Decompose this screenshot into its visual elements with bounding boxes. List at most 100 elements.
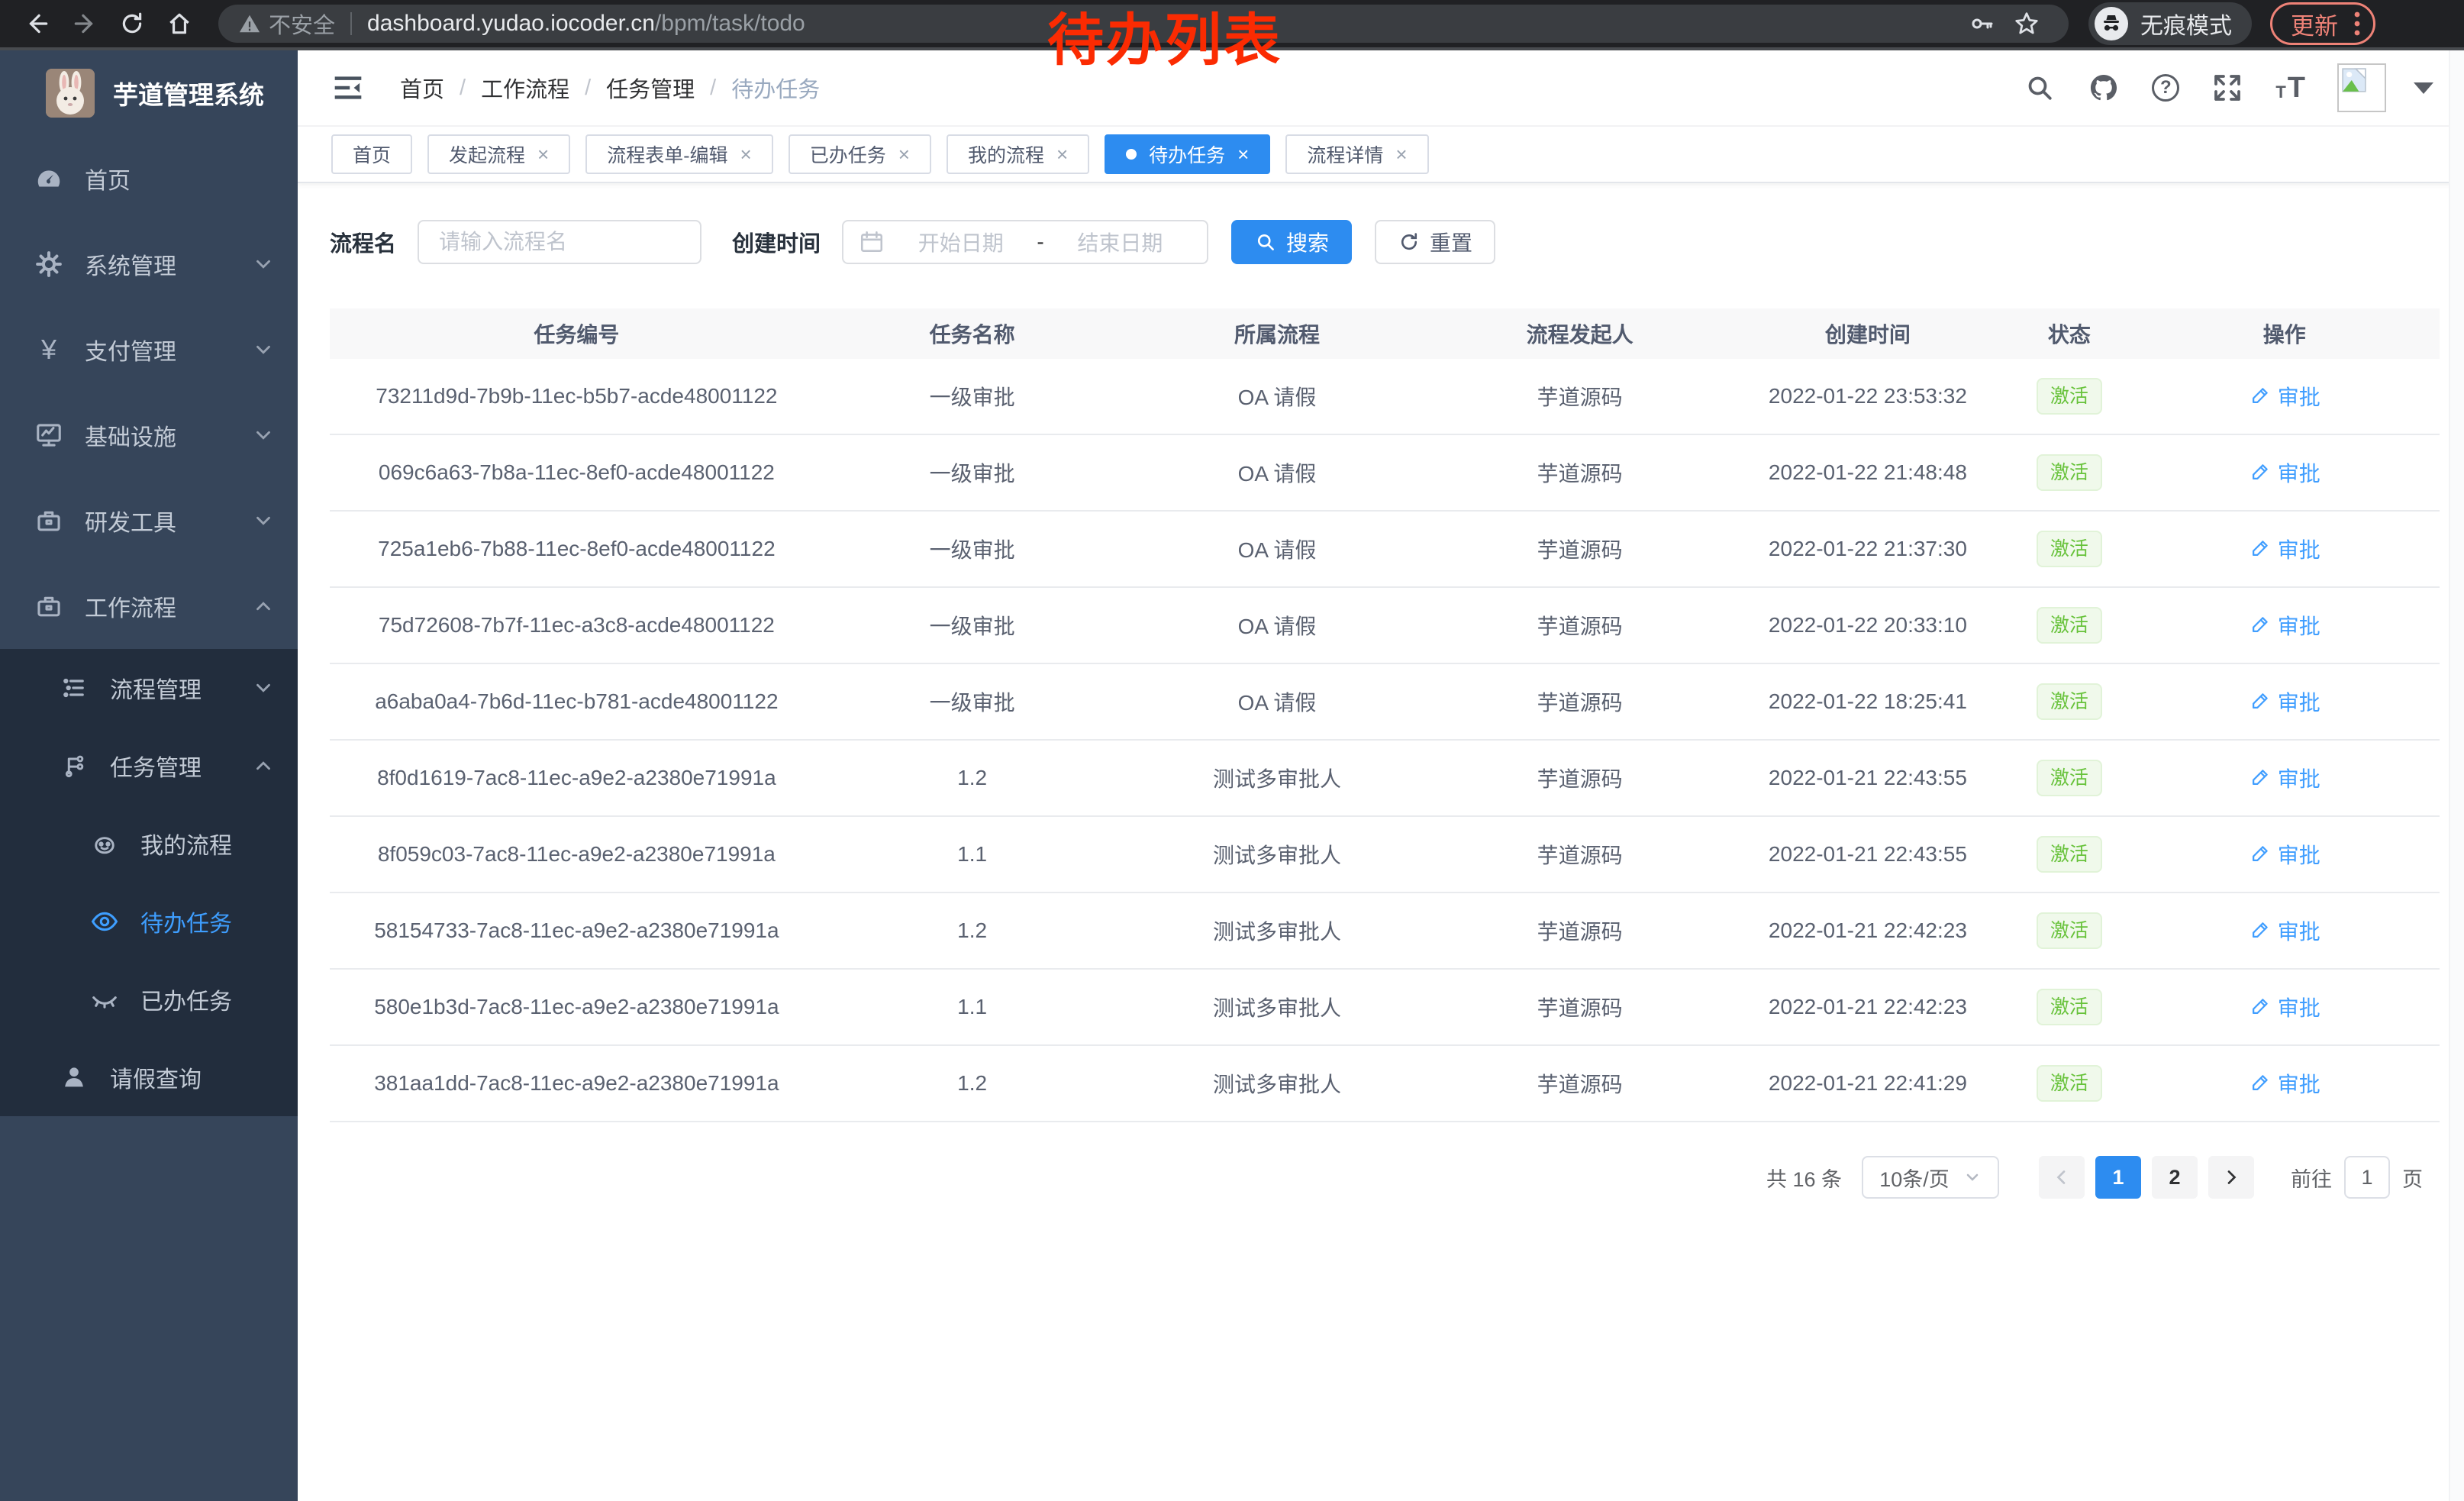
approve-link[interactable]: 审批 (2249, 915, 2320, 946)
column-header: 任务名称 (824, 318, 1121, 349)
close-icon[interactable]: × (537, 144, 549, 164)
sidebar-item-label: 工作流程 (85, 589, 252, 623)
security-label: 不安全 (269, 8, 335, 40)
tab-my-process[interactable]: 我的流程× (947, 134, 1089, 174)
date-range-picker[interactable]: 开始日期 - 结束日期 (842, 220, 1208, 264)
close-icon[interactable]: × (1056, 144, 1068, 164)
approve-link[interactable]: 审批 (2249, 381, 2320, 412)
briefcase-icon (34, 592, 63, 621)
breadcrumb-home[interactable]: 首页 (400, 72, 444, 104)
browser-home-icon[interactable] (156, 2, 203, 45)
sidebar-item-done-tasks[interactable]: 已办任务 (0, 960, 298, 1038)
cell-action: 审批 (2130, 457, 2440, 489)
cell-process: OA 请假 (1121, 610, 1433, 641)
sidebar-item-process-mgmt[interactable]: 流程管理 (0, 649, 298, 727)
reset-button[interactable]: 重置 (1375, 220, 1495, 264)
browser-forward-icon[interactable] (61, 2, 108, 45)
sidebar-item-system[interactable]: 系统管理 (0, 221, 298, 307)
sidebar-item-payment[interactable]: ¥ 支付管理 (0, 307, 298, 392)
avatar-dropdown-caret[interactable] (2414, 82, 2433, 94)
goto-page-input[interactable] (2344, 1156, 2390, 1199)
page-scrollbar[interactable] (2449, 50, 2464, 1501)
sidebar-item-todo-tasks[interactable]: 待办任务 (0, 883, 298, 960)
approve-link[interactable]: 审批 (2249, 534, 2320, 564)
sidebar-item-home[interactable]: 首页 (0, 136, 298, 221)
browser-reload-icon[interactable] (108, 2, 156, 45)
sidebar-item-workflow[interactable]: 工作流程 (0, 563, 298, 649)
edit-pen-icon (2249, 538, 2270, 560)
page-button-2[interactable]: 2 (2152, 1156, 2198, 1199)
avatar[interactable] (2337, 63, 2386, 112)
fullscreen-icon[interactable] (2211, 72, 2243, 104)
approve-link[interactable]: 审批 (2249, 610, 2320, 641)
edit-pen-icon (2249, 386, 2270, 407)
tab-done-tasks[interactable]: 已办任务× (789, 134, 931, 174)
app-logo-row[interactable]: 芋道管理系统 (0, 50, 298, 136)
cell-status: 激活 (2009, 607, 2130, 644)
breadcrumb-task-mgmt[interactable]: 任务管理 (606, 72, 695, 104)
tab-form-edit[interactable]: 流程表单-编辑× (585, 134, 773, 174)
breadcrumb-workflow[interactable]: 工作流程 (481, 72, 569, 104)
sidebar-item-label: 请假查询 (110, 1060, 275, 1094)
sidebar-item-my-process[interactable]: 我的流程 (0, 805, 298, 883)
sidebar-item-label: 待办任务 (140, 905, 275, 938)
broken-image-icon (2341, 67, 2367, 93)
cell-process: OA 请假 (1121, 534, 1433, 564)
close-icon[interactable]: × (740, 144, 752, 164)
password-key-icon[interactable] (1960, 5, 2004, 43)
tab-start-process[interactable]: 发起流程× (427, 134, 570, 174)
tab-todo-tasks[interactable]: 待办任务× (1105, 134, 1270, 174)
sidebar-item-infrastructure[interactable]: 基础设施 (0, 392, 298, 478)
chevron-up-icon (252, 595, 275, 618)
font-size-icon[interactable]: TT (2275, 72, 2305, 105)
approve-link[interactable]: 审批 (2249, 763, 2320, 793)
next-page-button[interactable] (2208, 1156, 2254, 1199)
cell-task-name: 一级审批 (824, 457, 1121, 488)
security-warning[interactable]: 不安全 (238, 8, 335, 40)
close-icon[interactable]: × (898, 144, 910, 164)
page-size-select[interactable]: 10条/页 (1862, 1156, 1999, 1199)
table-row: 725a1eb6-7b88-11ec-8ef0-acde48001122 一级审… (330, 512, 2440, 588)
bookmark-star-icon[interactable] (2004, 5, 2049, 43)
approve-link[interactable]: 审批 (2249, 992, 2320, 1022)
tab-process-detail[interactable]: 流程详情× (1285, 134, 1428, 174)
workflow-submenu: 流程管理 任务管理 我的流程 待办任务 (0, 649, 298, 1116)
tab-home[interactable]: 首页 (331, 134, 412, 174)
close-icon[interactable]: × (1237, 144, 1249, 164)
table-header: 任务编号任务名称所属流程流程发起人创建时间状态操作 (330, 308, 2440, 359)
search-icon[interactable] (2024, 72, 2056, 104)
table-row: 381aa1dd-7ac8-11ec-a9e2-a2380e71991a 1.2… (330, 1046, 2440, 1122)
prev-page-button[interactable] (2039, 1156, 2085, 1199)
edit-pen-icon (2249, 691, 2270, 712)
cell-task-id: 580e1b3d-7ac8-11ec-a9e2-a2380e71991a (330, 995, 824, 1019)
cell-initiator: 芋道源码 (1434, 992, 1727, 1022)
cell-created: 2022-01-21 22:43:55 (1727, 766, 2009, 790)
approve-link[interactable]: 审批 (2249, 1068, 2320, 1099)
search-button[interactable]: 搜索 (1231, 220, 1352, 264)
table-row: 58154733-7ac8-11ec-a9e2-a2380e71991a 1.2… (330, 893, 2440, 970)
chevron-down-icon (252, 338, 275, 361)
help-icon[interactable]: ? (2152, 74, 2179, 102)
cell-created: 2022-01-22 18:25:41 (1727, 689, 2009, 714)
table-row: a6aba0a4-7b6d-11ec-b781-acde48001122 一级审… (330, 664, 2440, 741)
sidebar-item-dev-tools[interactable]: 研发工具 (0, 478, 298, 563)
github-icon[interactable] (2088, 72, 2120, 104)
chevron-up-icon (252, 754, 275, 777)
todo-task-table: 任务编号任务名称所属流程流程发起人创建时间状态操作 73211d9d-7b9b-… (330, 308, 2440, 1122)
approve-link[interactable]: 审批 (2249, 839, 2320, 870)
sidebar-item-leave-query[interactable]: 请假查询 (0, 1038, 298, 1116)
browser-back-icon[interactable] (14, 2, 61, 45)
approve-link[interactable]: 审批 (2249, 457, 2320, 488)
page-button-1[interactable]: 1 (2095, 1156, 2141, 1199)
list-icon (60, 673, 89, 702)
process-name-input[interactable] (418, 220, 701, 264)
approve-link[interactable]: 审批 (2249, 686, 2320, 717)
column-header: 状态 (2009, 318, 2130, 349)
close-icon[interactable]: × (1395, 144, 1407, 164)
sidebar-item-task-mgmt[interactable]: 任务管理 (0, 727, 298, 805)
cell-initiator: 芋道源码 (1434, 457, 1727, 488)
end-date-placeholder: 结束日期 (1049, 227, 1192, 257)
browser-update-button[interactable]: 更新 (2270, 2, 2375, 45)
sidebar-collapse-icon[interactable] (331, 71, 365, 105)
sidebar-item-label: 研发工具 (85, 504, 252, 537)
